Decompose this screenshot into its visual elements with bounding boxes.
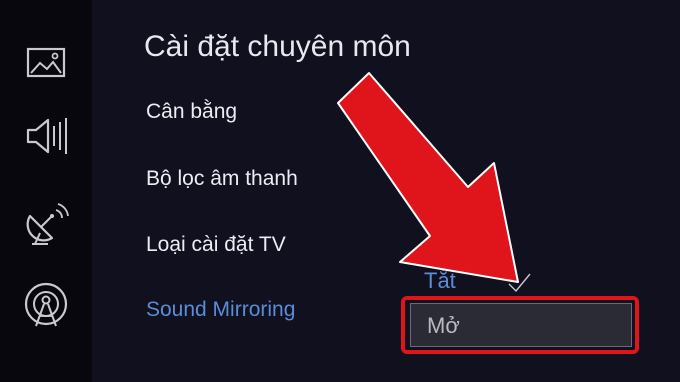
sidebar — [0, 0, 92, 382]
menu-item-balance[interactable]: Cân bằng — [146, 100, 237, 124]
checkmark-icon — [508, 273, 531, 293]
menu-item-sound-mirroring[interactable]: Sound Mirroring — [146, 298, 295, 322]
highlight-frame — [401, 296, 639, 354]
network-icon[interactable] — [18, 278, 74, 334]
menu-item-audio-filter[interactable]: Bộ lọc âm thanh — [146, 167, 298, 191]
picture-icon[interactable] — [18, 36, 74, 92]
tv-settings-screen: Cài đặt chuyên môn Cân bằng Bộ lọc âm th… — [0, 0, 680, 382]
option-off[interactable]: Tắt — [424, 268, 456, 294]
menu-item-tv-install-type[interactable]: Loại cài đặt TV — [146, 233, 286, 257]
page-title: Cài đặt chuyên môn — [144, 30, 411, 63]
sound-icon[interactable] — [18, 108, 74, 164]
broadcast-icon[interactable] — [18, 196, 74, 252]
